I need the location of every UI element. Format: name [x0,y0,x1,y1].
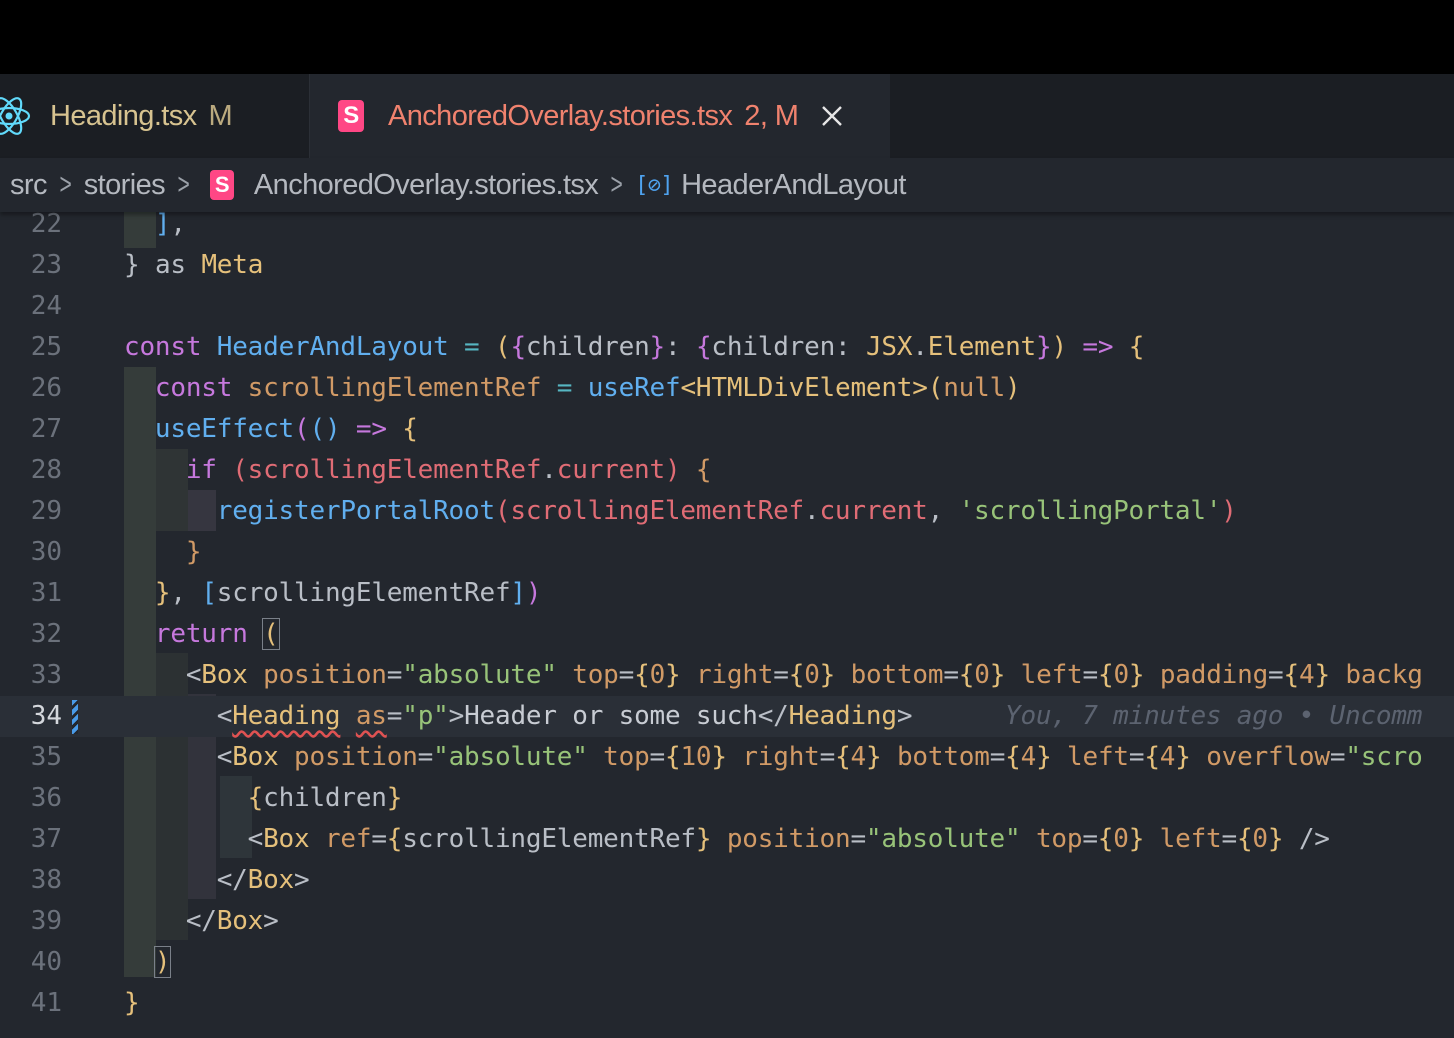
code-line: 32 return ( [0,614,1454,655]
react-icon [0,97,31,135]
git-status-badge: M [208,99,233,132]
code-line: 35 <Box position="absolute" top={10} rig… [0,737,1454,778]
line-number: 37 [30,824,62,854]
breadcrumb-item-src[interactable]: src [10,169,47,202]
chevron-right-icon: > [59,168,72,201]
git-modified-indicator[interactable] [72,700,78,734]
code-line: 39 </Box> [0,901,1454,942]
storybook-icon: S [338,100,364,132]
breadcrumb-item-file[interactable]: AnchoredOverlay.stories.tsx [254,169,599,202]
code-line: 22 ], [0,212,1454,245]
breadcrumb-item-stories[interactable]: stories [84,169,166,202]
chevron-right-icon: > [610,168,623,201]
code-line: 36 {children} [0,778,1454,819]
code-line: 41 } [0,983,1454,1024]
line-number: 29 [30,496,62,526]
line-number: 25 [30,332,62,362]
code-line: 30 } [0,532,1454,573]
tab-heading-tsx[interactable]: Heading.tsx M [0,74,310,158]
line-number: 22 [30,212,62,239]
line-number: 39 [30,906,62,936]
code-line: 26 const scrollingElementRef = useRef<HT… [0,368,1454,409]
code-line: 28 if (scrollingElementRef.current) { [0,450,1454,491]
chevron-right-icon: > [177,168,190,201]
problems-badge: 2, M [744,99,799,132]
line-number: 40 [30,947,62,977]
code-line: 24 [0,286,1454,327]
tab-label: AnchoredOverlay.stories.tsx [388,99,733,132]
line-number: 41 [30,988,62,1018]
line-number: 24 [30,291,62,321]
line-number: 27 [30,414,62,444]
code-line-active: 34 <Heading as="p">Header or some such</… [0,696,1454,737]
code-editor[interactable]: 22 ], 23 } as Meta 24 25 const HeaderAnd… [0,212,1454,1038]
code-line: 33 <Box position="absolute" top={0} righ… [0,655,1454,696]
breadcrumb: src > stories > S AnchoredOverlay.storie… [0,158,1454,212]
line-number: 36 [30,783,62,813]
editor-tab-bar: Heading.tsx M S AnchoredOverlay.stories.… [0,74,1454,158]
line-number: 38 [30,865,62,895]
breadcrumb-item-symbol[interactable]: HeaderAndLayout [681,169,906,202]
git-blame-annotation: You, 7 minutes ago • Uncomm [1005,701,1423,731]
code-line: 29 registerPortalRoot(scrollingElementRe… [0,491,1454,532]
code-line: 40 ) [0,942,1454,983]
line-number: 31 [30,578,62,608]
code-line: 38 </Box> [0,860,1454,901]
window-title-bar [0,0,1454,74]
line-number: 28 [30,455,62,485]
code-line: 31 }, [scrollingElementRef]) [0,573,1454,614]
code-line: 23 } as Meta [0,245,1454,286]
line-number: 26 [30,373,62,403]
line-number: 35 [30,742,62,772]
code-line: 25 const HeaderAndLayout = ({children}: … [0,327,1454,368]
line-number: 34 [30,701,62,731]
line-number: 30 [30,537,62,567]
tab-label: Heading.tsx [50,99,197,132]
storybook-icon: S [209,170,234,200]
tab-anchored-overlay-stories[interactable]: S AnchoredOverlay.stories.tsx 2, M [310,74,890,158]
code-line: 37 <Box ref={scrollingElementRef} positi… [0,819,1454,860]
close-icon[interactable] [820,104,844,128]
symbol-variable-icon: [⊘] [635,172,674,198]
line-number: 32 [30,619,62,649]
line-number: 33 [30,660,62,690]
line-number: 23 [30,250,62,280]
code-line: 27 useEffect(() => { [0,409,1454,450]
